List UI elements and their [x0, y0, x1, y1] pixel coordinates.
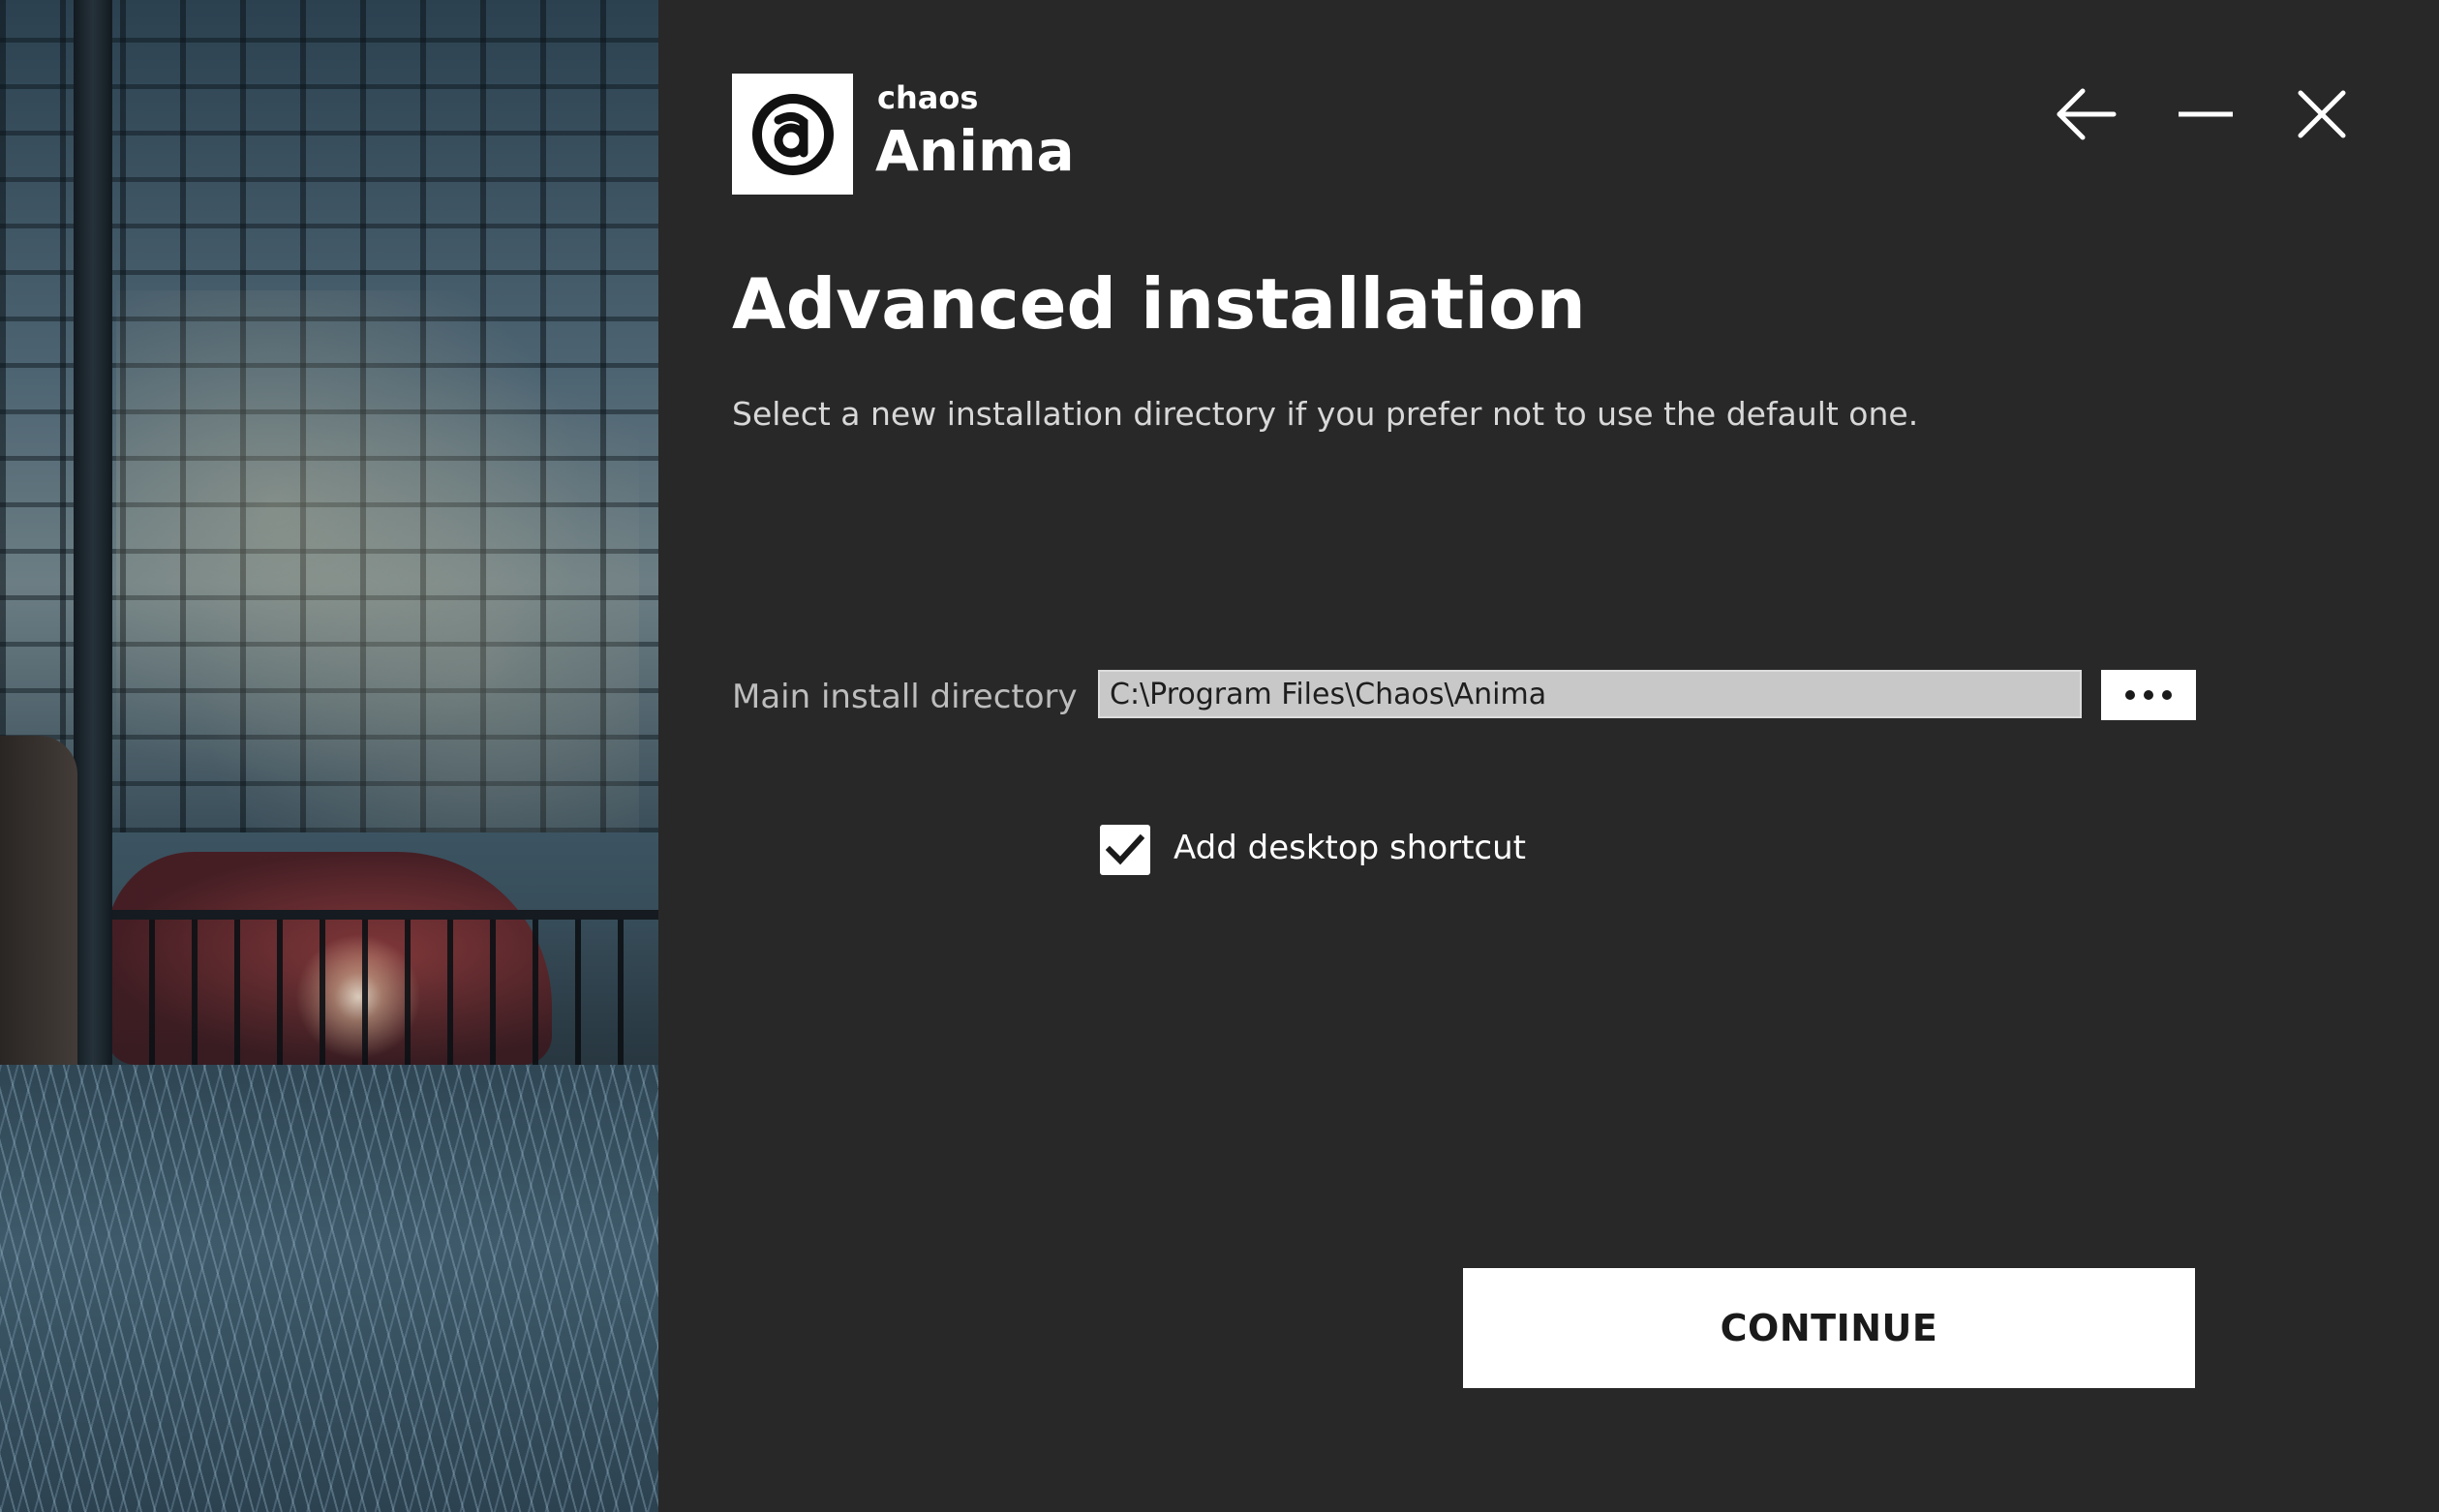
anima-logo-icon: [732, 74, 853, 195]
minimize-icon: [2179, 111, 2233, 117]
checkmark-icon: [1106, 833, 1144, 865]
page-title: Advanced installation: [732, 263, 1586, 345]
continue-button[interactable]: CONTINUE: [1463, 1268, 2195, 1388]
brand-product: Anima: [875, 118, 1075, 184]
page-subtitle: Select a new installation directory if y…: [732, 395, 1919, 433]
arrow-left-icon: [2057, 88, 2117, 140]
browse-button[interactable]: [2101, 670, 2196, 720]
frosted-bushes: [0, 1065, 658, 1512]
close-icon: [2298, 90, 2346, 138]
lamp-pole: [74, 0, 112, 1113]
install-directory-input[interactable]: [1098, 670, 2082, 718]
install-directory-label: Main install directory: [732, 678, 1078, 716]
hero-image: [0, 0, 658, 1512]
back-button[interactable]: [2051, 79, 2120, 149]
desktop-shortcut-label[interactable]: Add desktop shortcut: [1174, 829, 1526, 867]
more-horizontal-icon: [2125, 690, 2172, 700]
brand-company: chaos: [877, 79, 979, 116]
close-button[interactable]: [2287, 79, 2357, 149]
desktop-shortcut-checkbox[interactable]: [1100, 825, 1150, 875]
window-lights: [116, 290, 639, 832]
minimize-button[interactable]: [2171, 79, 2241, 149]
